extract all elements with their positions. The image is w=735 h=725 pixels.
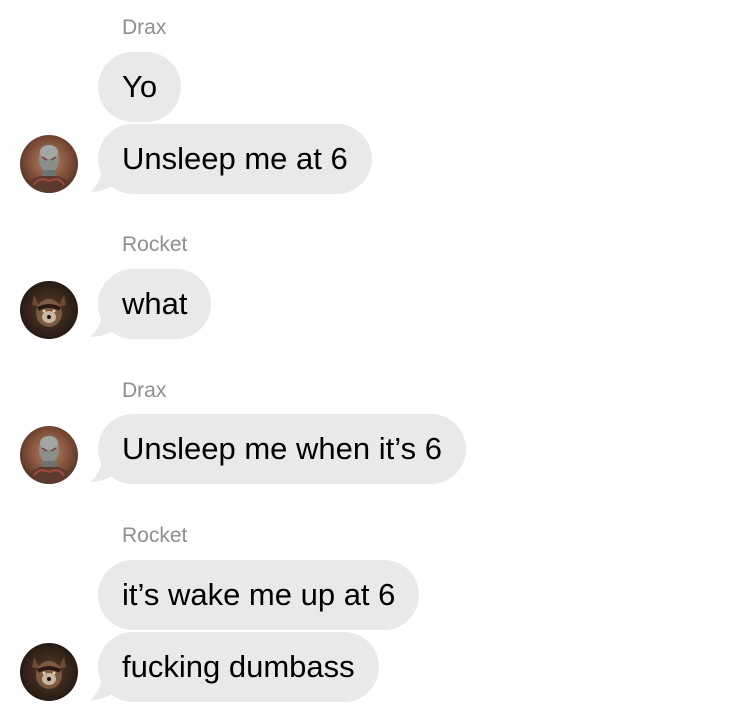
message-bubble[interactable]: fucking dumbass (98, 632, 379, 702)
sender-name-rocket: Rocket (122, 524, 188, 547)
message-bubble[interactable]: Yo (98, 52, 182, 122)
sender-name-drax: Drax (122, 379, 167, 402)
message-bubble[interactable]: what (98, 269, 212, 339)
drax-avatar[interactable] (20, 135, 78, 193)
sender-name-drax: Drax (122, 16, 167, 39)
message-bubble[interactable]: it’s wake me up at 6 (98, 560, 420, 630)
message-bubble[interactable]: Unsleep me when it’s 6 (98, 414, 466, 484)
rocket-avatar[interactable] (20, 281, 78, 339)
sender-name-rocket: Rocket (122, 233, 188, 256)
rocket-avatar[interactable] (20, 643, 78, 701)
drax-avatar[interactable] (20, 426, 78, 484)
message-bubble[interactable]: Unsleep me at 6 (98, 124, 372, 194)
